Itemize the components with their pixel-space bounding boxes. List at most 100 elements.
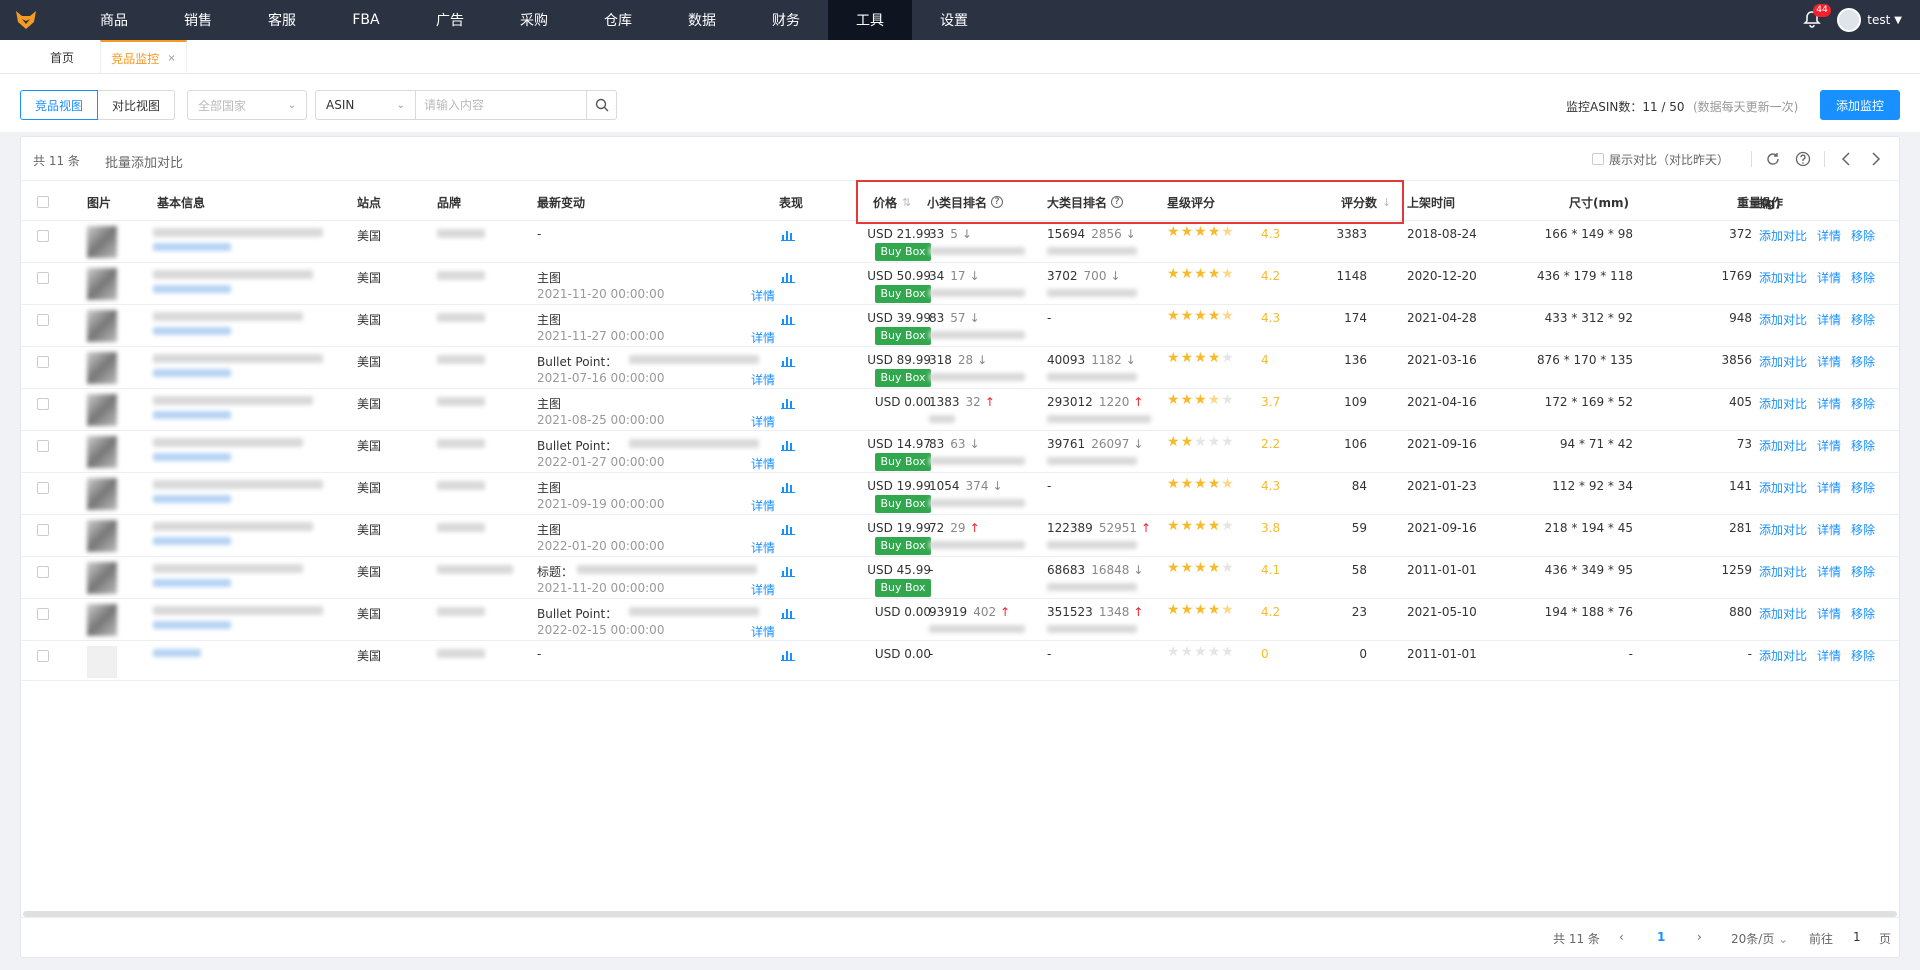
remove-link[interactable]: 移除	[1851, 521, 1875, 538]
product-image[interactable]	[87, 352, 117, 384]
nav-item[interactable]: 设置	[912, 0, 996, 40]
add-compare-link[interactable]: 添加对比	[1759, 605, 1807, 622]
nav-item[interactable]: 商品	[72, 0, 156, 40]
bar-chart-icon[interactable]	[781, 355, 795, 367]
asin-link-blurred[interactable]	[153, 369, 231, 377]
asin-link-blurred[interactable]	[153, 243, 231, 251]
search-icon[interactable]	[586, 91, 616, 119]
bar-chart-icon[interactable]	[781, 565, 795, 577]
add-monitor-button[interactable]: 添加监控	[1820, 90, 1900, 120]
asin-link-blurred[interactable]	[153, 579, 231, 587]
page-number[interactable]: 1	[1657, 930, 1665, 944]
detail-link[interactable]: 详情	[1817, 479, 1841, 496]
row-checkbox[interactable]	[37, 440, 49, 455]
change-detail-link[interactable]: 详情	[751, 455, 775, 472]
remove-link[interactable]: 移除	[1851, 269, 1875, 286]
checkbox[interactable]	[37, 566, 49, 578]
checkbox[interactable]	[37, 440, 49, 452]
remove-link[interactable]: 移除	[1851, 563, 1875, 580]
detail-link[interactable]: 详情	[1817, 395, 1841, 412]
tab-home[interactable]: 首页	[26, 40, 98, 74]
bar-chart-icon[interactable]	[781, 397, 795, 409]
product-image[interactable]	[87, 268, 117, 300]
col-price[interactable]: 价格 ⇅	[873, 183, 911, 221]
compare-view-button[interactable]: 对比视图	[98, 90, 176, 120]
remove-link[interactable]: 移除	[1851, 605, 1875, 622]
chevron-left-icon[interactable]	[1831, 147, 1861, 171]
asin-link-blurred[interactable]	[153, 537, 231, 545]
asin-link-blurred[interactable]	[153, 453, 231, 461]
change-detail-link[interactable]: 详情	[751, 329, 775, 346]
add-compare-link[interactable]: 添加对比	[1759, 563, 1807, 580]
search-input[interactable]	[416, 91, 586, 119]
bar-chart-icon[interactable]	[781, 439, 795, 451]
detail-link[interactable]: 详情	[1817, 353, 1841, 370]
add-compare-link[interactable]: 添加对比	[1759, 647, 1807, 664]
bar-chart-icon[interactable]	[781, 523, 795, 535]
nav-item[interactable]: 广告	[408, 0, 492, 40]
remove-link[interactable]: 移除	[1851, 479, 1875, 496]
bar-chart-icon[interactable]	[781, 481, 795, 493]
checkbox[interactable]	[37, 272, 49, 284]
checkbox[interactable]	[37, 482, 49, 494]
add-compare-link[interactable]: 添加对比	[1759, 311, 1807, 328]
product-image[interactable]	[87, 520, 117, 552]
add-compare-link[interactable]: 添加对比	[1759, 269, 1807, 286]
remove-link[interactable]: 移除	[1851, 395, 1875, 412]
add-compare-link[interactable]: 添加对比	[1759, 437, 1807, 454]
detail-link[interactable]: 详情	[1817, 437, 1841, 454]
add-compare-link[interactable]: 添加对比	[1759, 353, 1807, 370]
nav-item[interactable]: 财务	[744, 0, 828, 40]
checkbox[interactable]	[37, 524, 49, 536]
batch-add-compare-button[interactable]: 批量添加对比	[105, 152, 183, 171]
row-checkbox[interactable]	[37, 566, 49, 581]
row-checkbox[interactable]	[37, 524, 49, 539]
help-icon[interactable]: ?	[991, 196, 1004, 208]
checkbox[interactable]	[37, 314, 49, 326]
show-compare-checkbox[interactable]	[1591, 153, 1604, 165]
bar-chart-icon[interactable]	[781, 607, 795, 619]
detail-link[interactable]: 详情	[1817, 563, 1841, 580]
checkbox[interactable]	[37, 398, 49, 410]
add-compare-link[interactable]: 添加对比	[1759, 395, 1807, 412]
nav-item[interactable]: 销售	[156, 0, 240, 40]
show-compare-toggle[interactable]: 展示对比（对比昨天）	[1591, 151, 1729, 168]
change-detail-link[interactable]: 详情	[751, 287, 775, 304]
row-checkbox[interactable]	[37, 314, 49, 329]
add-compare-link[interactable]: 添加对比	[1759, 521, 1807, 538]
avatar[interactable]	[1837, 8, 1862, 32]
nav-item[interactable]: FBA	[324, 0, 408, 40]
product-image[interactable]	[87, 562, 117, 594]
row-checkbox[interactable]	[37, 230, 49, 245]
change-detail-link[interactable]: 详情	[751, 413, 775, 430]
row-checkbox[interactable]	[37, 398, 49, 413]
asin-link-blurred[interactable]	[153, 327, 231, 335]
col-review-count[interactable]: 评分数 ↓	[1341, 183, 1391, 221]
chevron-down-icon[interactable]: ▼	[1894, 15, 1902, 26]
product-image[interactable]	[87, 310, 117, 342]
asin-link-blurred[interactable]	[153, 649, 201, 657]
goto-input[interactable]: 1	[1853, 930, 1861, 944]
nav-item[interactable]: 客服	[240, 0, 324, 40]
change-detail-link[interactable]: 详情	[751, 371, 775, 388]
sort-down-icon[interactable]: ↓	[1382, 196, 1391, 209]
asin-link-blurred[interactable]	[153, 495, 231, 503]
chevron-right-icon[interactable]	[1861, 147, 1891, 171]
remove-link[interactable]: 移除	[1851, 353, 1875, 370]
app-logo-icon[interactable]	[0, 0, 52, 40]
bell-icon[interactable]: 44	[1803, 4, 1831, 30]
nav-item[interactable]: 仓库	[576, 0, 660, 40]
detail-link[interactable]: 详情	[1817, 227, 1841, 244]
row-checkbox[interactable]	[37, 482, 49, 497]
nav-item[interactable]: 数据	[660, 0, 744, 40]
row-checkbox[interactable]	[37, 608, 49, 623]
row-checkbox[interactable]	[37, 650, 49, 665]
checkbox[interactable]	[37, 608, 49, 620]
checkbox[interactable]	[37, 230, 49, 242]
checkbox[interactable]	[37, 650, 49, 662]
asin-link-blurred[interactable]	[153, 411, 231, 419]
remove-link[interactable]: 移除	[1851, 437, 1875, 454]
detail-link[interactable]: 详情	[1817, 647, 1841, 664]
change-detail-link[interactable]: 详情	[751, 497, 775, 514]
remove-link[interactable]: 移除	[1851, 647, 1875, 664]
